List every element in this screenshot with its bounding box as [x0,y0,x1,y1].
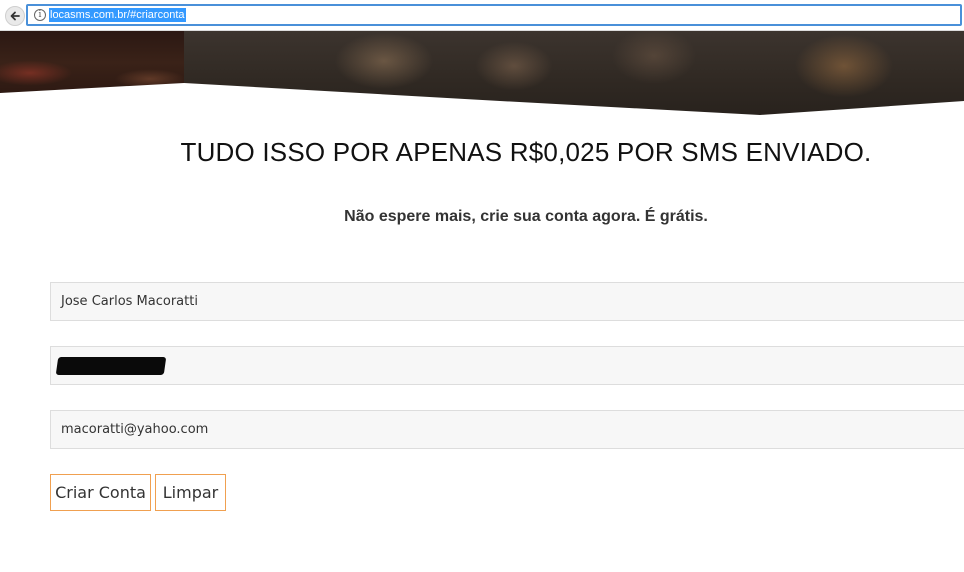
page-subheadline: Não espere mais, crie sua conta agora. É… [344,208,708,225]
back-button[interactable] [5,6,25,26]
phone-field[interactable] [50,346,964,385]
browser-address-bar: i locasms.com.br/#criarconta [0,0,964,31]
hero-banner [0,31,964,121]
clear-button[interactable]: Limpar [155,474,226,511]
info-icon[interactable]: i [34,9,46,21]
redaction-mark [55,357,167,375]
arrow-left-icon [10,11,20,21]
url-field[interactable]: i locasms.com.br/#criarconta [26,4,962,26]
create-account-button[interactable]: Criar Conta [50,474,151,511]
name-field[interactable]: Jose Carlos Macoratti [50,282,964,321]
page-headline: TUDO ISSO POR APENAS R$0,025 POR SMS ENV… [180,137,872,167]
hero-diagonal-edge [0,83,964,121]
email-field[interactable]: macoratti@yahoo.com [50,410,964,449]
page: i locasms.com.br/#criarconta TUDO ISSO P… [0,0,964,572]
url-text: locasms.com.br/#criarconta [49,8,186,22]
